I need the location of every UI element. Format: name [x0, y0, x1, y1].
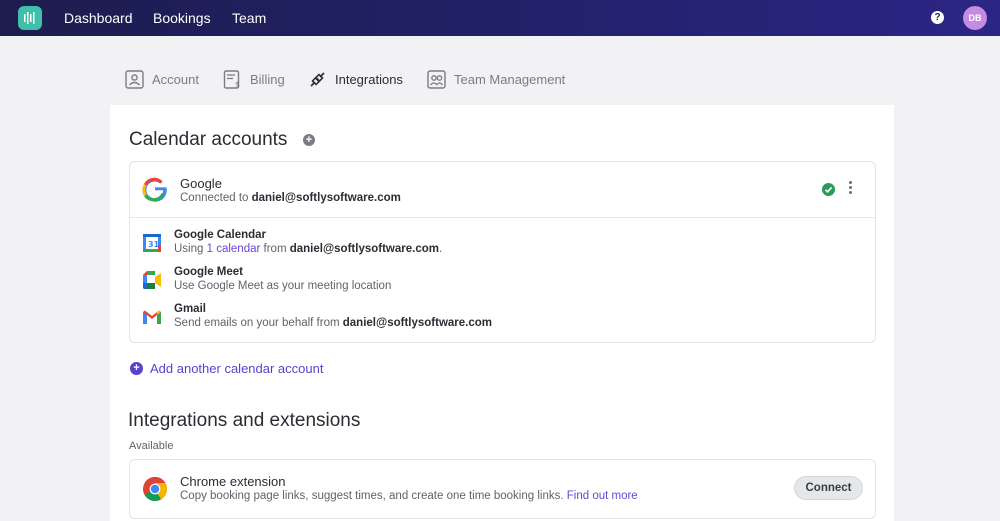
chrome-extension-card: Chrome extension Copy booking page links…: [129, 459, 876, 519]
add-calendar-account-label: Add another calendar account: [150, 361, 324, 376]
service-name: Google Meet: [174, 266, 244, 278]
account-provider-name: Google: [180, 176, 222, 191]
invoice-icon: $: [223, 70, 240, 89]
available-label: Available: [129, 440, 174, 452]
add-calendar-account-link[interactable]: + Add another calendar account: [130, 361, 323, 376]
nav-bookings[interactable]: Bookings: [153, 10, 211, 26]
account-email: daniel@softlysoftware.com: [251, 192, 401, 204]
connected-check-icon: [822, 183, 835, 196]
service-description: Send emails on your behalf from daniel@s…: [174, 317, 493, 329]
team-icon: [427, 70, 446, 89]
avatar[interactable]: DB: [963, 6, 987, 30]
google-logo-icon: [142, 177, 167, 202]
find-out-more-link[interactable]: Find out more: [567, 490, 638, 502]
question-circle-icon[interactable]: ?: [931, 11, 944, 24]
svg-text:31: 31: [148, 240, 160, 249]
integrations-extensions-title: Integrations and extensions: [128, 410, 361, 431]
plug-icon: [310, 72, 325, 87]
chrome-logo-icon: [143, 476, 168, 502]
account-connected-text: Connected to daniel@softlysoftware.com: [180, 192, 401, 204]
svg-text:$: $: [235, 80, 240, 89]
tab-account-label: Account: [152, 72, 199, 87]
nav-dashboard[interactable]: Dashboard: [64, 10, 133, 26]
nav-team[interactable]: Team: [232, 10, 266, 26]
add-circle-icon: +: [130, 362, 143, 375]
google-meet-icon: [143, 271, 161, 289]
tab-team-management-label: Team Management: [454, 72, 566, 87]
service-description: Using 1 calendar from daniel@softlysoftw…: [174, 243, 443, 255]
service-description: Use Google Meet as your meeting location: [174, 280, 392, 292]
service-name: Gmail: [174, 303, 206, 315]
account-menu-kebab-icon[interactable]: [847, 181, 853, 199]
google-account-header: Google Connected to daniel@softlysoftwar…: [130, 162, 875, 218]
app-logo[interactable]: [18, 6, 42, 30]
top-nav-bar: Dashboard Bookings Team ? DB: [0, 0, 1000, 36]
tab-account[interactable]: Account: [125, 70, 199, 89]
google-account-card: Google Connected to daniel@softlysoftwar…: [129, 161, 876, 343]
tab-billing-label: Billing: [250, 72, 285, 87]
google-calendar-icon: 31: [143, 234, 161, 252]
calendar-accounts-title: Calendar accounts: [129, 129, 288, 150]
calendars-link[interactable]: 1 calendar: [207, 243, 261, 255]
integrations-panel: Calendar accounts + Google Connected to …: [110, 105, 894, 521]
tab-integrations[interactable]: Integrations: [308, 70, 403, 89]
chrome-extension-description: Copy booking page links, suggest times, …: [180, 490, 638, 502]
service-name: Google Calendar: [174, 229, 267, 241]
add-calendar-icon[interactable]: +: [303, 134, 315, 146]
logo-bars-icon: [24, 12, 35, 24]
gmail-icon: [143, 310, 161, 324]
tab-billing[interactable]: $ Billing: [223, 70, 285, 89]
tab-team-management[interactable]: Team Management: [427, 70, 565, 89]
connect-button[interactable]: Connect: [794, 476, 863, 500]
tab-integrations-label: Integrations: [335, 72, 403, 87]
user-square-icon: [125, 70, 144, 89]
chrome-extension-name: Chrome extension: [180, 474, 286, 489]
